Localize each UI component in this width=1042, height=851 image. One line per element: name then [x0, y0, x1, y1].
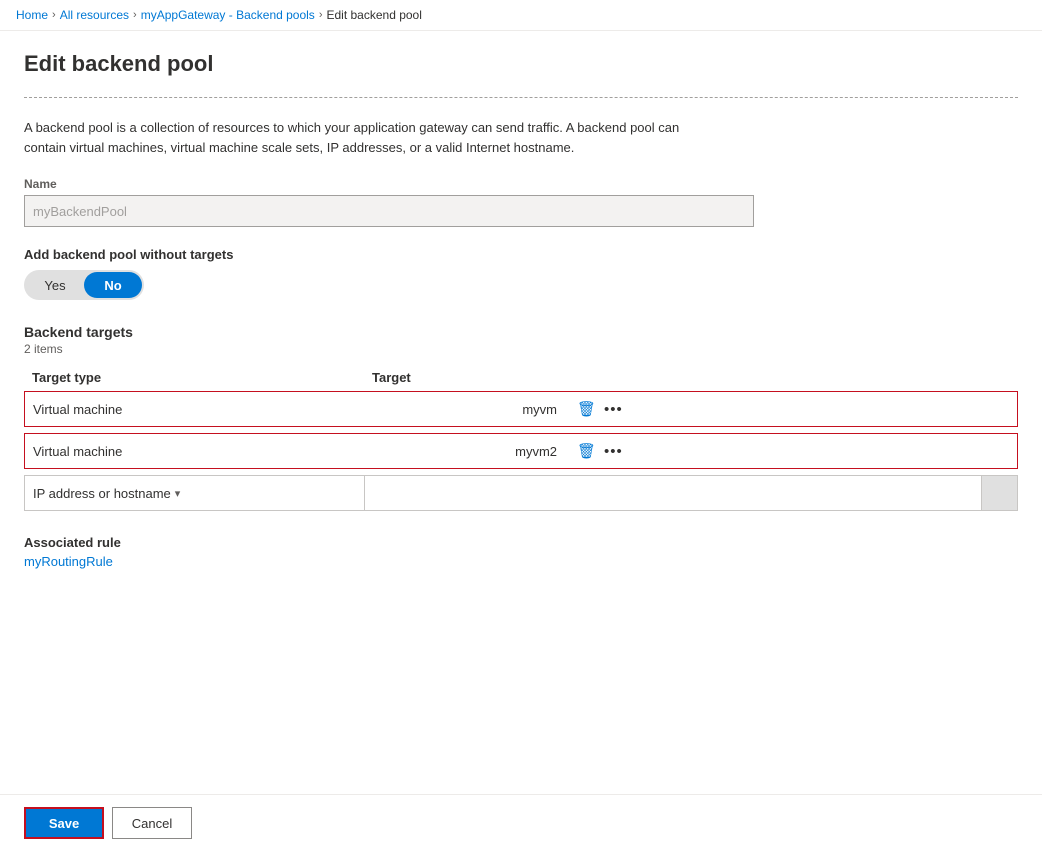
save-button[interactable]: Save — [24, 807, 104, 839]
row2-more-icon[interactable]: ••• — [604, 443, 623, 460]
add-target-row: IP address or hostname ▾ — [24, 475, 1018, 511]
row1-delete-icon[interactable]: 🗑 — [577, 400, 596, 418]
table-row: Virtual machine myvm2 🗑 ••• — [24, 433, 1018, 469]
toggle-section-label: Add backend pool without targets — [24, 247, 1018, 262]
row1-target-type: Virtual machine — [25, 394, 365, 425]
associated-rule-section: Associated rule myRoutingRule — [24, 535, 1018, 569]
page-title: Edit backend pool — [24, 51, 1018, 77]
col-target-type: Target type — [32, 370, 372, 385]
target-type-select-label: IP address or hostname — [33, 486, 171, 501]
breadcrumb-current: Edit backend pool — [326, 8, 421, 22]
name-input[interactable] — [24, 195, 754, 227]
col-actions — [572, 370, 1010, 385]
table-row: Virtual machine myvm 🗑 ••• — [24, 391, 1018, 427]
items-count: 2 items — [24, 342, 1018, 356]
breadcrumb-sep-1: › — [52, 9, 56, 21]
toggle-backend-pool[interactable]: Yes No — [24, 270, 144, 300]
row1-more-icon[interactable]: ••• — [604, 401, 623, 418]
backend-targets-title: Backend targets — [24, 324, 1018, 340]
breadcrumb: Home › All resources › myAppGateway - Ba… — [0, 0, 1042, 31]
target-type-select[interactable]: IP address or hostname ▾ — [25, 476, 365, 510]
toggle-no[interactable]: No — [84, 272, 142, 298]
row1-target: myvm — [365, 394, 565, 425]
divider — [24, 97, 1018, 98]
row2-target-type: Virtual machine — [25, 436, 365, 467]
toggle-yes[interactable]: Yes — [26, 272, 84, 298]
target-value-input[interactable] — [365, 476, 981, 510]
table-header: Target type Target — [24, 364, 1018, 391]
name-label: Name — [24, 177, 1018, 191]
breadcrumb-sep-3: › — [319, 9, 323, 21]
add-target-button[interactable] — [981, 476, 1017, 510]
description-text: A backend pool is a collection of resour… — [24, 118, 704, 157]
breadcrumb-all-resources[interactable]: All resources — [60, 8, 129, 22]
associated-rule-title: Associated rule — [24, 535, 1018, 550]
associated-rule-link[interactable]: myRoutingRule — [24, 554, 113, 569]
footer: Save Cancel — [0, 794, 1042, 851]
breadcrumb-home[interactable]: Home — [16, 8, 48, 22]
col-target: Target — [372, 370, 572, 385]
row2-target: myvm2 — [365, 436, 565, 467]
row2-actions: 🗑 ••• — [565, 434, 1017, 468]
chevron-down-icon: ▾ — [175, 487, 181, 500]
cancel-button[interactable]: Cancel — [112, 807, 192, 839]
row2-delete-icon[interactable]: 🗑 — [577, 442, 596, 460]
breadcrumb-sep-2: › — [133, 9, 137, 21]
breadcrumb-app-gateway[interactable]: myAppGateway - Backend pools — [141, 8, 315, 22]
row1-actions: 🗑 ••• — [565, 392, 1017, 426]
